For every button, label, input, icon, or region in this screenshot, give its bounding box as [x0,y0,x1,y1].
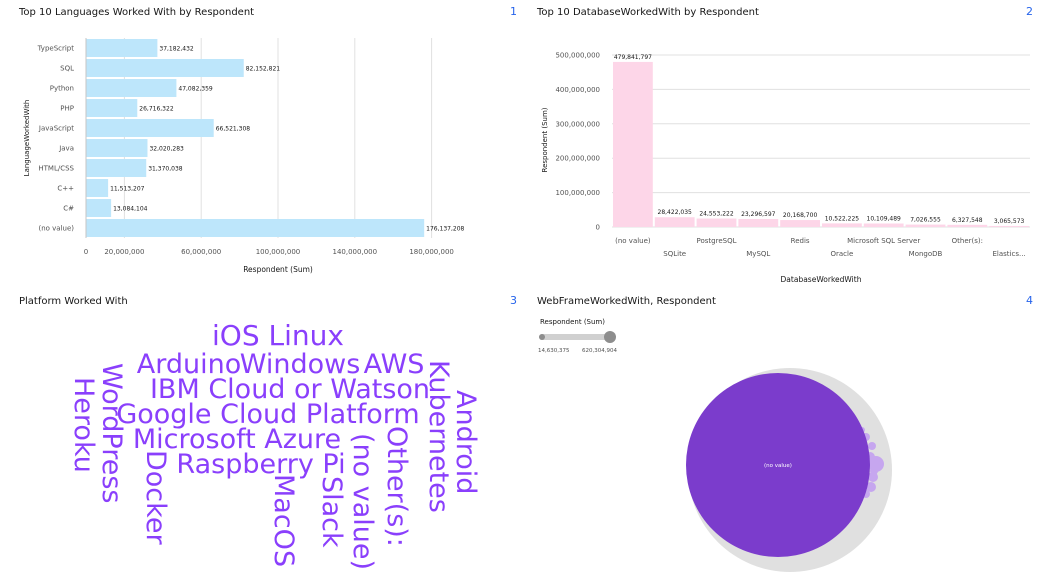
y-tick-label: 300,000,000 [555,120,600,128]
legend-max-marker [604,331,616,343]
x-tick-label: 0 [84,248,88,256]
data-label: 6,327,548 [952,217,983,224]
x-tick-label: 20,000,000 [104,248,144,256]
x-tick-label: Redis [791,237,810,245]
bar-sqlite [654,217,695,227]
x-tick-label: 60,000,000 [181,248,221,256]
word-wordpress: WordPress [96,363,127,503]
bar-microsoft-sql-server [863,223,904,227]
word-kubernetes: Kubernetes [423,360,454,513]
bar-php [86,99,138,117]
platform-word-cloud[interactable]: iOS LinuxArduinoWindows AWSIBM Cloud or W… [0,290,520,579]
bar-mongodb [905,224,946,227]
legend-min-label: 14,630,375 [538,348,570,354]
bar-javascript [86,119,214,137]
data-label: 32,020,283 [149,146,184,153]
y-tick-label: 400,000,000 [555,86,600,94]
data-label: 20,168,700 [783,212,818,219]
bar-postgresql [696,218,737,227]
bar-c- [86,179,109,197]
word-slack: Slack [316,476,347,548]
y-tick-label: 0 [596,224,600,232]
x-tick-label: Other(s): [952,237,983,245]
y-tick-label: 100,000,000 [555,189,600,197]
data-label: 11,513,207 [110,186,145,193]
bar-oracle [822,223,862,227]
data-label: 31,370,038 [148,166,183,173]
data-label: 13,084,104 [113,206,148,213]
x-tick-label: 140,000,000 [333,248,378,256]
bar-sql [86,59,244,77]
bubble-label: (no value) [764,463,792,469]
legend-max-label: 620,304,904 [582,348,617,354]
bar-python [86,79,177,97]
bar-other-s- [947,224,988,227]
data-label: 47,082,359 [178,86,213,93]
y-tick-label: PHP [60,105,74,113]
x-tick-label: MongoDB [909,250,943,258]
legend-min-marker [539,334,545,340]
y-tick-label: Python [50,85,74,93]
small-bubble [868,442,876,450]
bar-c- [86,199,112,217]
y-tick-label: 200,000,000 [555,155,600,163]
data-label: 176,137,208 [426,226,464,233]
y-tick-label: 500,000,000 [555,52,600,60]
y-tick-label: C# [63,205,74,213]
data-label: 82,152,821 [246,66,281,73]
x-tick-label: SQLite [663,250,686,258]
bar-elastics- [989,225,1029,227]
word-no-value: (no value) [347,433,378,570]
x-tick-label: 180,000,000 [409,248,454,256]
bar-redis [780,220,820,227]
word-android: Android [450,390,481,494]
webframe-bubble-chart[interactable]: Respondent (Sum) 14,630,375 620,304,904 (no… [520,290,1040,579]
data-label: 37,182,432 [159,46,194,53]
data-label: 28,422,035 [658,209,693,216]
bar-mysql [738,218,779,227]
x-tick-label: Elastics... [993,250,1026,258]
bar-typescript [86,39,158,57]
data-label: 26,716,322 [139,106,174,113]
word-other-s: Other(s): [381,426,412,547]
x-tick-label: Oracle [831,250,854,258]
y-tick-label: (no value) [38,225,74,233]
small-bubble [870,467,878,475]
y-tick-label: HTML/CSS [38,165,74,173]
languages-bar-chart[interactable]: 0 20,000,000 60,000,000 100,000,000 140,000,… [0,0,520,290]
x-tick-label: Microsoft SQL Server [847,237,920,245]
y-tick-label: Java [58,145,74,153]
bar-java [86,139,148,157]
y-axis-title: LanguageWorkedWith [23,100,31,177]
word-ios-linux: iOS Linux [212,319,344,352]
word-docker: Docker [140,450,171,545]
x-axis-title: DatabaseWorkedWith [781,275,862,284]
x-tick-label: MySQL [746,250,770,258]
word-heroku: Heroku [68,377,99,473]
bar--no-value- [613,61,653,228]
data-label: 24,553,222 [699,211,734,218]
data-label: 10,522,225 [825,215,860,222]
data-label: 7,026,555 [910,217,941,224]
x-axis-title: Respondent (Sum) [243,265,313,274]
y-tick-label: SQL [60,65,74,73]
bar-html-css [86,159,147,177]
data-label: 23,296,597 [741,211,776,218]
x-tick-label: 100,000,000 [256,248,301,256]
data-label: 3,065,573 [994,218,1025,225]
legend-title: Respondent (Sum) [540,318,605,326]
database-bar-chart[interactable]: 0 100,000,000 200,000,000 300,000,000 400,00… [520,0,1040,290]
y-tick-label: C++ [57,185,74,193]
y-tick-label: JavaScript [38,125,74,133]
data-label: 66,521,308 [216,126,251,133]
y-axis-title: Respondent (Sum) [541,107,549,172]
x-tick-label: (no value) [615,237,651,245]
data-label: 10,109,489 [867,216,902,223]
x-tick-label: PostgreSQL [697,237,737,245]
word-macos: MacOS [268,474,299,567]
data-label: 479,841,797 [614,54,652,61]
bar--no-value- [86,219,425,237]
y-tick-label: TypeScript [37,45,75,53]
